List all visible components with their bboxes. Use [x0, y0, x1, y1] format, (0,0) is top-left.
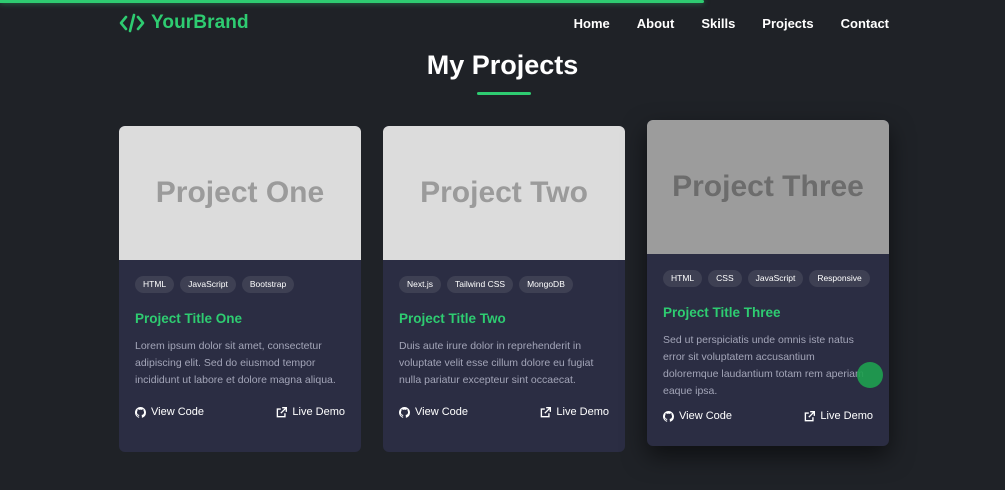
github-icon — [135, 406, 146, 418]
nav-link-contact[interactable]: Contact — [841, 16, 889, 31]
title-underline — [477, 92, 531, 95]
tech-tag: CSS — [708, 270, 742, 287]
live-demo-label: Live Demo — [820, 410, 873, 422]
tech-tag: JavaScript — [180, 276, 236, 293]
view-code-label: View Code — [151, 406, 204, 418]
project-title: Project Title One — [135, 311, 243, 326]
tech-tag: Responsive — [809, 270, 870, 287]
project-card: Project Three HTML CSS JavaScript Respon… — [647, 120, 889, 446]
nav-link-home[interactable]: Home — [574, 16, 610, 31]
view-code-link[interactable]: View Code — [135, 406, 204, 418]
view-code-link[interactable]: View Code — [399, 406, 468, 418]
project-description: Sed ut perspiciatis unde omnis iste natu… — [663, 334, 864, 397]
section-title: My Projects — [426, 50, 579, 80]
live-demo-label: Live Demo — [556, 406, 609, 418]
navbar: YourBrand Home About Skills Projects Con… — [119, 10, 889, 36]
live-demo-link[interactable]: Live Demo — [276, 406, 345, 418]
tech-tag: MongoDB — [519, 276, 573, 293]
live-demo-link[interactable]: Live Demo — [804, 410, 873, 422]
tech-tag: JavaScript — [747, 270, 804, 287]
project-image: Project One — [119, 126, 361, 260]
scroll-progress-fill — [0, 0, 704, 3]
tech-tags: HTML JavaScript Bootstrap — [135, 276, 345, 293]
project-image: Project Three — [647, 120, 889, 254]
project-title: Project Title Two — [399, 311, 506, 326]
tech-tag: HTML — [135, 276, 175, 293]
project-image-text: Project Two — [420, 176, 588, 209]
github-icon — [663, 410, 674, 422]
floating-action-button[interactable] — [857, 362, 883, 388]
project-image: Project Two — [383, 126, 625, 260]
nav-link-projects[interactable]: Projects — [762, 16, 813, 31]
live-demo-link[interactable]: Live Demo — [540, 406, 609, 418]
scroll-progress-bar — [0, 0, 1005, 3]
brand-logo[interactable]: YourBrand — [119, 12, 249, 34]
github-icon — [399, 406, 410, 418]
external-link-icon — [276, 406, 288, 418]
view-code-link[interactable]: View Code — [663, 410, 732, 422]
nav-link-about[interactable]: About — [637, 16, 675, 31]
tech-tags: Next.js Tailwind CSS MongoDB — [399, 276, 609, 293]
nav-links: Home About Skills Projects Contact — [574, 16, 889, 31]
tech-tag: Tailwind CSS — [446, 276, 514, 293]
project-description: Duis aute irure dolor in reprehenderit i… — [399, 340, 594, 386]
project-image-text: Project One — [155, 176, 325, 209]
view-code-label: View Code — [679, 410, 732, 422]
brand-name: YourBrand — [151, 12, 249, 33]
live-demo-label: Live Demo — [292, 406, 345, 418]
nav-link-skills[interactable]: Skills — [701, 16, 735, 31]
external-link-icon — [540, 406, 552, 418]
view-code-label: View Code — [415, 406, 468, 418]
external-link-icon — [804, 410, 816, 422]
project-card: Project One HTML JavaScript Bootstrap Pr… — [119, 126, 361, 452]
project-card: Project Two Next.js Tailwind CSS MongoDB… — [383, 126, 625, 452]
project-description: Lorem ipsum dolor sit amet, consectetur … — [135, 340, 336, 386]
code-brackets-icon — [119, 13, 145, 33]
tech-tag: HTML — [663, 270, 703, 287]
tech-tag: Next.js — [399, 276, 441, 293]
tech-tags: HTML CSS JavaScript Responsive — [663, 270, 873, 287]
project-image-text: Project Three — [672, 170, 864, 203]
tech-tag: Bootstrap — [241, 276, 295, 293]
project-title: Project Title Three — [663, 305, 781, 320]
